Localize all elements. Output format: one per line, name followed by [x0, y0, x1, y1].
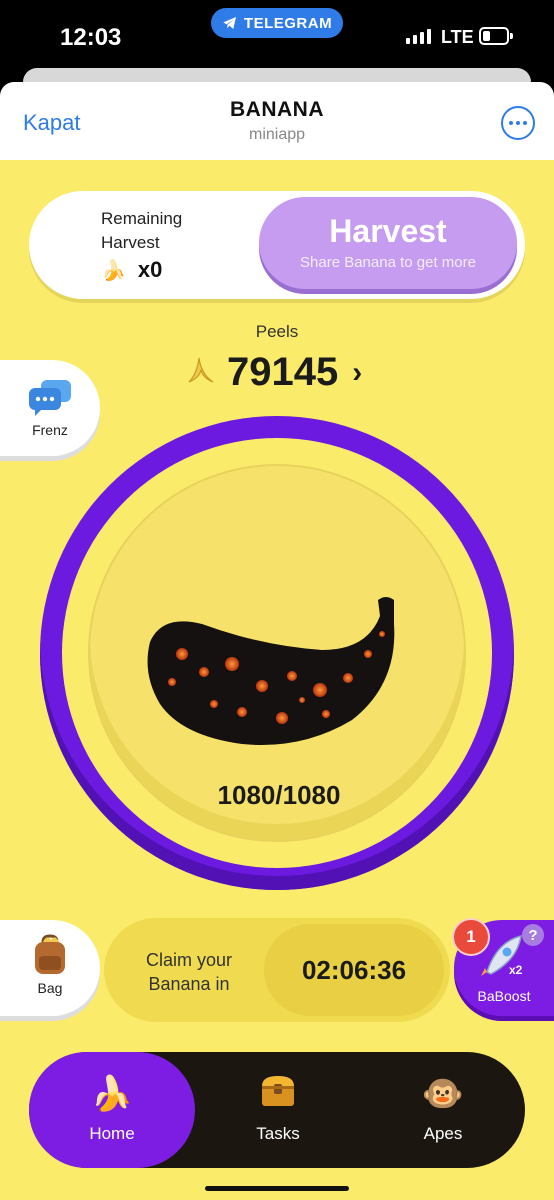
more-dot-icon [516, 121, 520, 125]
frenz-label: Frenz [32, 422, 68, 438]
more-options-button[interactable] [501, 106, 535, 140]
baboost-multiplier: x2 [509, 963, 523, 977]
peels-value: 79145 [227, 350, 339, 394]
claim-timer: 02:06:36 [264, 924, 444, 1016]
main-area: Remaining Harvest 🍌 x0 Harvest Share Ban… [0, 160, 554, 1200]
chat-bubbles-icon [27, 378, 73, 418]
bag-button[interactable]: Bag [0, 920, 100, 1016]
chevron-right-icon: › [352, 355, 363, 389]
more-dot-icon [523, 121, 527, 125]
energy-counter: 1080/1080 [217, 780, 341, 810]
banana-peel-icon [183, 352, 217, 394]
more-dot-icon [509, 121, 513, 125]
harvest-button-subtitle: Share Banana to get more [300, 254, 476, 271]
telegram-icon [223, 17, 236, 29]
home-indicator [205, 1186, 349, 1191]
nav-apes-label: Apes [423, 1124, 463, 1143]
harvest-button-title: Harvest [329, 213, 447, 249]
nav-apes[interactable]: 🐵 Apes [361, 1052, 525, 1168]
banana-icon: 🍌 [90, 1075, 134, 1113]
claim-label: Claim your Banana in [145, 950, 233, 994]
peels-counter[interactable]: 79145 › [183, 350, 362, 395]
remaining-harvest-value: x0 [137, 257, 163, 282]
remaining-harvest-label: Remaining Harvest [101, 209, 183, 252]
app-title: BANANA [230, 98, 324, 121]
nav-tasks-label: Tasks [256, 1124, 300, 1143]
status-time: 12:03 [60, 24, 122, 51]
monkeys-icon: 🐵 [421, 1075, 465, 1113]
tap-disc[interactable]: 1080/1080 [88, 464, 466, 842]
app-subtitle: miniapp [248, 126, 306, 143]
remaining-harvest-count: 🍌 x0 [101, 257, 162, 283]
frenz-button[interactable]: Frenz [0, 360, 100, 456]
burnt-banana-icon [147, 597, 395, 745]
backpack-icon [29, 934, 71, 976]
peels-label: Peels [255, 322, 299, 341]
bag-label: Bag [37, 980, 63, 996]
tap-ring-inner: 1080/1080 [62, 438, 492, 868]
claim-bar: Claim your Banana in 02:06:36 [104, 918, 450, 1022]
nav-home[interactable]: 🍌 Home [29, 1052, 195, 1168]
status-bar: 12:03 TELEGRAM LTE [0, 0, 554, 70]
tap-ring[interactable]: 1080/1080 [40, 416, 514, 890]
baboost-button[interactable]: 1 ? x2 BaBoost [452, 918, 554, 1016]
help-icon[interactable]: ? [522, 924, 544, 946]
harvest-button[interactable]: Harvest Share Banana to get more [259, 197, 517, 289]
app-header: Kapat BANANA miniapp [0, 82, 554, 160]
baboost-badge: 1 [452, 918, 490, 956]
telegram-pill-label: TELEGRAM [243, 14, 333, 32]
signal-icon [406, 28, 431, 44]
bottom-nav: 🍌 Home Tasks 🐵 Apes [29, 1052, 525, 1168]
baboost-label: BaBoost [477, 988, 531, 1004]
nav-tasks[interactable]: Tasks [195, 1052, 361, 1168]
telegram-pill[interactable]: TELEGRAM [211, 8, 343, 38]
banana-icon: 🍌 [101, 259, 126, 282]
nav-home-label: Home [89, 1124, 135, 1143]
treasure-chest-icon [195, 1072, 361, 1116]
battery-icon [479, 27, 513, 45]
network-type: LTE [441, 27, 474, 47]
harvest-card: Remaining Harvest 🍌 x0 Harvest Share Ban… [29, 191, 525, 299]
